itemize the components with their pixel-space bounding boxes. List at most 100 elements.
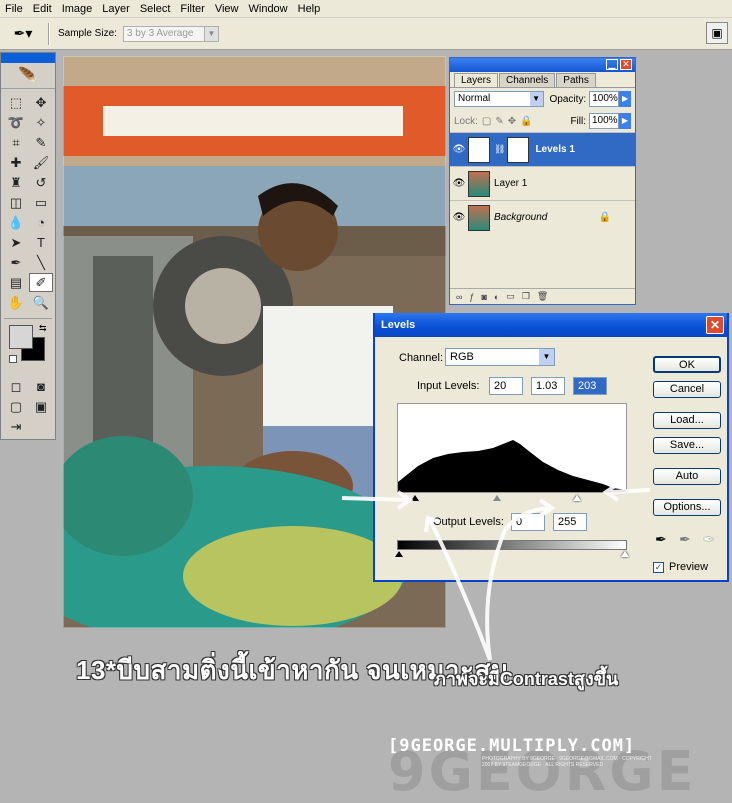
fill-input[interactable]: 100% xyxy=(589,113,619,129)
marquee-tool-icon[interactable]: ⬚ xyxy=(4,93,28,112)
layers-palette: ▁ ✕ Layers Channels Paths Normal ▼ Opaci… xyxy=(449,57,636,305)
adjustment-layer-icon[interactable]: ◐ xyxy=(494,292,499,302)
default-colors-icon[interactable] xyxy=(9,355,17,363)
channel-label: Channel: xyxy=(399,352,444,364)
opacity-slider-arrow-icon[interactable]: ▶ xyxy=(619,91,632,107)
white-point-eyedropper-icon[interactable]: ✒ xyxy=(703,531,715,548)
eraser-tool-icon[interactable]: ◫ xyxy=(4,193,28,212)
menu-view[interactable]: View xyxy=(210,0,244,18)
auto-button[interactable]: Auto xyxy=(653,468,721,485)
standard-screen-mode-icon[interactable]: ▢ xyxy=(4,397,28,416)
crop-tool-icon[interactable]: ⌗ xyxy=(4,133,28,152)
annotation-sub-text: ภาพจะมีContrastสูงขึ้น xyxy=(434,669,619,689)
standard-mode-icon[interactable]: ◻ xyxy=(4,377,28,396)
pen-tool-icon[interactable]: ✒ xyxy=(4,253,28,272)
history-brush-tool-icon[interactable]: ↺ xyxy=(29,173,53,192)
notes-tool-icon[interactable]: ▤ xyxy=(4,273,28,292)
input-gamma-field[interactable]: 1.03 xyxy=(531,377,565,395)
menu-help[interactable]: Help xyxy=(293,0,326,18)
chevron-down-icon: ▼ xyxy=(539,349,554,365)
close-icon[interactable]: ✕ xyxy=(706,316,724,334)
healing-brush-tool-icon[interactable]: ✚ xyxy=(4,153,28,172)
slice-tool-icon[interactable]: ✎ xyxy=(29,133,53,152)
hand-tool-icon[interactable]: ✋ xyxy=(4,293,28,312)
options-button[interactable]: Options... xyxy=(653,499,721,516)
blend-mode-select[interactable]: Normal ▼ xyxy=(454,91,544,107)
opacity-label: Opacity: xyxy=(549,93,587,105)
minimize-icon[interactable]: ▁ xyxy=(606,59,618,70)
layer-row-layer-1[interactable]: 👁 Layer 1 xyxy=(450,166,635,200)
feather-logo-icon[interactable]: 🪶 xyxy=(1,63,55,89)
menu-bar: File Edit Image Layer Select Filter View… xyxy=(0,0,732,18)
eyedropper-tool-preset-icon[interactable]: ✒▾ xyxy=(6,21,40,47)
opacity-input[interactable]: 100% xyxy=(589,91,620,107)
eyedropper-tool-icon[interactable]: ✐ xyxy=(29,273,53,292)
load-button[interactable]: Load... xyxy=(653,412,721,429)
layers-footer: ∞ ƒ ◙ ◐ ▭ ❐ 🗑 xyxy=(450,288,635,304)
clone-stamp-tool-icon[interactable]: ♜ xyxy=(4,173,28,192)
menu-edit[interactable]: Edit xyxy=(28,0,57,18)
layer-thumbnail xyxy=(468,204,490,231)
layers-palette-titlebar[interactable]: ▁ ✕ xyxy=(450,58,635,72)
tab-layers[interactable]: Layers xyxy=(454,73,499,87)
levels-titlebar[interactable]: Levels ✕ xyxy=(375,313,727,337)
toolbox-titlebar[interactable] xyxy=(1,53,55,63)
cancel-button[interactable]: Cancel xyxy=(653,381,721,398)
input-levels-label: Input Levels: xyxy=(417,380,480,392)
foreground-color-swatch[interactable] xyxy=(9,325,33,349)
channel-select[interactable]: RGB ▼ xyxy=(445,348,555,366)
input-black-field[interactable]: 20 xyxy=(489,377,523,395)
fill-slider-arrow-icon[interactable]: ▶ xyxy=(619,113,631,129)
chevron-down-icon: ▼ xyxy=(529,92,543,106)
path-selection-tool-icon[interactable]: ➤ xyxy=(4,233,28,252)
close-icon[interactable]: ✕ xyxy=(620,59,632,70)
swap-colors-icon[interactable]: ⇆ xyxy=(39,323,47,334)
blur-tool-icon[interactable]: 💧 xyxy=(4,213,28,232)
chevron-down-icon: ▼ xyxy=(203,26,218,41)
layer-style-icon[interactable]: ƒ xyxy=(469,292,474,302)
toolbox-divider xyxy=(4,318,52,319)
menu-filter[interactable]: Filter xyxy=(175,0,209,18)
new-group-icon[interactable]: ▭ xyxy=(506,291,515,302)
line-tool-icon[interactable]: ╲ xyxy=(29,253,53,272)
menu-select[interactable]: Select xyxy=(135,0,176,18)
quick-mask-mode-icon[interactable]: ◙ xyxy=(29,377,53,396)
type-tool-icon[interactable]: T xyxy=(29,233,53,252)
add-mask-icon[interactable]: ◙ xyxy=(481,292,486,302)
palette-tabs: Layers Channels Paths xyxy=(450,72,635,88)
dodge-tool-icon[interactable]: ◔ xyxy=(29,213,53,232)
move-tool-icon[interactable]: ✥ xyxy=(29,93,53,112)
input-white-field[interactable]: 203 xyxy=(573,377,607,395)
jump-to-imageready-icon[interactable]: ⇥ xyxy=(4,417,28,436)
menu-image[interactable]: Image xyxy=(57,0,98,18)
eye-icon[interactable]: 👁 xyxy=(450,144,468,155)
link-icon[interactable]: ⛓ xyxy=(494,144,505,155)
new-layer-icon[interactable]: ❐ xyxy=(522,291,530,302)
blend-mode-value: Normal xyxy=(458,93,491,104)
link-layers-icon[interactable]: ∞ xyxy=(456,292,462,302)
ok-button[interactable]: OK xyxy=(653,356,721,373)
tool-grid: ⬚ ✥ ➰ ✧ ⌗ ✎ ✚ 🖌 ♜ ↺ ◫ ▭ 💧 ◔ ➤ T ✒ ╲ ▤ ✐ … xyxy=(1,89,55,316)
delete-layer-icon[interactable]: 🗑 xyxy=(537,291,548,302)
lock-icons[interactable]: ▢✎✥🔒 xyxy=(482,116,537,127)
zoom-tool-icon[interactable]: 🔍 xyxy=(29,293,53,312)
menu-file[interactable]: File xyxy=(0,0,28,18)
menu-layer[interactable]: Layer xyxy=(97,0,135,18)
tab-paths[interactable]: Paths xyxy=(556,73,596,87)
levels-adjustment-thumbnail xyxy=(468,136,490,163)
eye-icon[interactable]: 👁 xyxy=(450,212,468,223)
layer-row-levels-1[interactable]: 👁 ⛓ Levels 1 xyxy=(450,132,635,166)
menu-window[interactable]: Window xyxy=(244,0,293,18)
eye-icon[interactable]: 👁 xyxy=(450,178,468,189)
palette-well-icon[interactable]: ▣ xyxy=(706,22,728,44)
gray-point-eyedropper-icon[interactable]: ✒ xyxy=(679,531,691,548)
save-button[interactable]: Save... xyxy=(653,437,721,454)
brush-tool-icon[interactable]: 🖌 xyxy=(29,153,53,172)
gradient-tool-icon[interactable]: ▭ xyxy=(29,193,53,212)
lasso-tool-icon[interactable]: ➰ xyxy=(4,113,28,132)
tab-channels[interactable]: Channels xyxy=(499,73,556,87)
full-screen-mode-icon[interactable]: ▣ xyxy=(29,397,53,416)
fill-label: Fill: xyxy=(570,115,586,127)
layer-row-background[interactable]: 👁 Background 🔒 xyxy=(450,200,635,234)
magic-wand-tool-icon[interactable]: ✧ xyxy=(29,113,53,132)
